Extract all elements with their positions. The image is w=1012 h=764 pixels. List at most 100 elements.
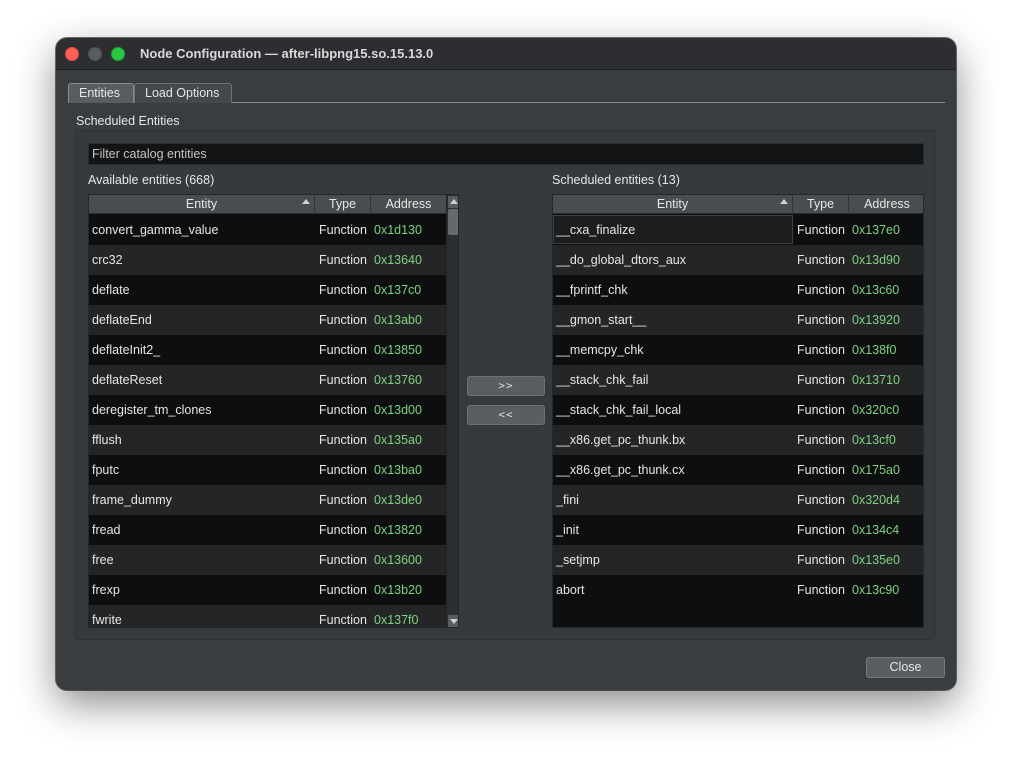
remove-from-scheduled-button[interactable]: << xyxy=(467,405,545,425)
available-table-header: Entity Type Address xyxy=(89,195,446,214)
tab-bar: Entities Load Options xyxy=(68,83,945,103)
entity-name-cell: crc32 xyxy=(92,253,123,267)
table-row[interactable]: __fprintf_chk Function 0x13c60 xyxy=(553,275,923,305)
table-row[interactable]: frame_dummy Function 0x13de0 xyxy=(89,485,446,515)
tab-load-options[interactable]: Load Options xyxy=(134,83,232,103)
scheduled-col-type[interactable]: Type xyxy=(793,195,849,214)
window-zoom-icon[interactable] xyxy=(111,47,125,61)
table-row[interactable]: deregister_tm_clones Function 0x13d00 xyxy=(89,395,446,425)
available-scrollbar[interactable] xyxy=(446,195,458,627)
table-row[interactable]: _setjmp Function 0x135e0 xyxy=(553,545,923,575)
entity-type-cell: Function xyxy=(319,253,367,267)
close-button[interactable]: Close xyxy=(866,657,945,678)
table-row[interactable]: fflush Function 0x135a0 xyxy=(89,425,446,455)
entity-address-cell: 0x138f0 xyxy=(852,343,897,357)
entity-type-cell: Function xyxy=(797,553,845,567)
scroll-down-icon[interactable] xyxy=(448,615,458,627)
table-row[interactable]: __cxa_finalize Function 0x137e0 xyxy=(553,215,923,245)
entity-address-cell: 0x175a0 xyxy=(852,463,900,477)
entity-name-cell: free xyxy=(92,553,114,567)
entity-type-cell: Function xyxy=(797,283,845,297)
table-row[interactable]: __do_global_dtors_aux Function 0x13d90 xyxy=(553,245,923,275)
scroll-thumb[interactable] xyxy=(448,209,458,235)
table-row[interactable]: __x86.get_pc_thunk.bx Function 0x13cf0 xyxy=(553,425,923,455)
table-row[interactable]: _init Function 0x134c4 xyxy=(553,515,923,545)
entity-address-cell: 0x1d130 xyxy=(374,223,422,237)
available-entities-label: Available entities (668) xyxy=(88,173,215,187)
entity-name-cell: frexp xyxy=(92,583,120,597)
entity-address-cell: 0x135a0 xyxy=(374,433,422,447)
entity-address-cell: 0x13ab0 xyxy=(374,313,422,327)
entity-address-cell: 0x13820 xyxy=(374,523,422,537)
table-row[interactable]: frexp Function 0x13b20 xyxy=(89,575,446,605)
scheduled-col-address[interactable]: Address xyxy=(849,195,923,214)
table-row[interactable]: deflateInit2_ Function 0x13850 xyxy=(89,335,446,365)
entity-type-cell: Function xyxy=(319,613,367,627)
available-col-type[interactable]: Type xyxy=(315,195,371,214)
entity-name-cell: __gmon_start__ xyxy=(556,313,647,327)
entity-type-cell: Function xyxy=(319,433,367,447)
scheduled-table-header: Entity Type Address xyxy=(553,195,923,214)
table-row[interactable]: __stack_chk_fail_local Function 0x320c0 xyxy=(553,395,923,425)
scheduled-entities-table[interactable]: Entity Type Address __cxa_finalize Functi… xyxy=(552,194,924,628)
entity-type-cell: Function xyxy=(319,403,367,417)
sort-ascending-icon xyxy=(780,199,788,204)
entity-address-cell: 0x13d00 xyxy=(374,403,422,417)
scroll-up-icon[interactable] xyxy=(448,196,458,208)
available-col-entity[interactable]: Entity xyxy=(89,195,315,214)
entity-address-cell: 0x320c0 xyxy=(852,403,900,417)
entity-type-cell: Function xyxy=(797,463,845,477)
table-row[interactable]: __gmon_start__ Function 0x13920 xyxy=(553,305,923,335)
table-row[interactable]: convert_gamma_value Function 0x1d130 xyxy=(89,215,446,245)
entity-type-cell: Function xyxy=(797,493,845,507)
entity-name-cell: _init xyxy=(556,523,579,537)
table-row[interactable]: fread Function 0x13820 xyxy=(89,515,446,545)
entity-type-cell: Function xyxy=(797,403,845,417)
entity-type-cell: Function xyxy=(319,313,367,327)
available-entities-table[interactable]: Entity Type Address convert_gamma_value F… xyxy=(88,194,459,628)
entity-type-cell: Function xyxy=(797,523,845,537)
entity-address-cell: 0x13ba0 xyxy=(374,463,422,477)
entity-name-cell: fputc xyxy=(92,463,120,477)
entity-type-cell: Function xyxy=(797,583,845,597)
entity-address-cell: 0x135e0 xyxy=(852,553,900,567)
scheduled-entities-label: Scheduled entities (13) xyxy=(552,173,680,187)
entity-name-cell: __x86.get_pc_thunk.cx xyxy=(556,463,685,477)
table-row[interactable]: __memcpy_chk Function 0x138f0 xyxy=(553,335,923,365)
table-row[interactable]: __stack_chk_fail Function 0x13710 xyxy=(553,365,923,395)
entity-name-cell: __stack_chk_fail_local xyxy=(556,403,682,417)
table-row[interactable]: abort Function 0x13c90 xyxy=(553,575,923,605)
entity-name-cell: __cxa_finalize xyxy=(556,223,636,237)
group-label: Scheduled Entities xyxy=(76,114,180,128)
window-minimize-icon[interactable] xyxy=(88,47,102,61)
entity-name-cell: deregister_tm_clones xyxy=(92,403,212,417)
entity-name-cell: fwrite xyxy=(92,613,122,627)
table-row[interactable]: free Function 0x13600 xyxy=(89,545,446,575)
window-close-icon[interactable] xyxy=(65,47,79,61)
add-to-scheduled-button[interactable]: >> xyxy=(467,376,545,396)
scheduled-col-entity[interactable]: Entity xyxy=(553,195,793,214)
entity-address-cell: 0x13600 xyxy=(374,553,422,567)
available-col-address[interactable]: Address xyxy=(371,195,446,214)
table-row[interactable]: fwrite Function 0x137f0 xyxy=(89,605,446,627)
entity-type-cell: Function xyxy=(797,253,845,267)
entity-name-cell: __fprintf_chk xyxy=(556,283,628,297)
table-row[interactable]: __x86.get_pc_thunk.cx Function 0x175a0 xyxy=(553,455,923,485)
entity-address-cell: 0x13710 xyxy=(852,373,900,387)
filter-input[interactable] xyxy=(88,143,924,165)
entity-type-cell: Function xyxy=(319,373,367,387)
entity-type-cell: Function xyxy=(319,343,367,357)
entity-name-cell: deflateInit2_ xyxy=(92,343,161,357)
entity-name-cell: _fini xyxy=(556,493,579,507)
entity-address-cell: 0x13c60 xyxy=(852,283,900,297)
table-row[interactable]: fputc Function 0x13ba0 xyxy=(89,455,446,485)
table-row[interactable]: crc32 Function 0x13640 xyxy=(89,245,446,275)
tab-entities[interactable]: Entities xyxy=(68,83,134,103)
table-row[interactable]: deflate Function 0x137c0 xyxy=(89,275,446,305)
table-row[interactable]: deflateReset Function 0x13760 xyxy=(89,365,446,395)
entity-name-cell: _setjmp xyxy=(556,553,600,567)
title-bar: Node Configuration — after-libpng15.so.1… xyxy=(56,38,956,70)
entity-address-cell: 0x13cf0 xyxy=(852,433,896,447)
table-row[interactable]: deflateEnd Function 0x13ab0 xyxy=(89,305,446,335)
table-row[interactable]: _fini Function 0x320d4 xyxy=(553,485,923,515)
